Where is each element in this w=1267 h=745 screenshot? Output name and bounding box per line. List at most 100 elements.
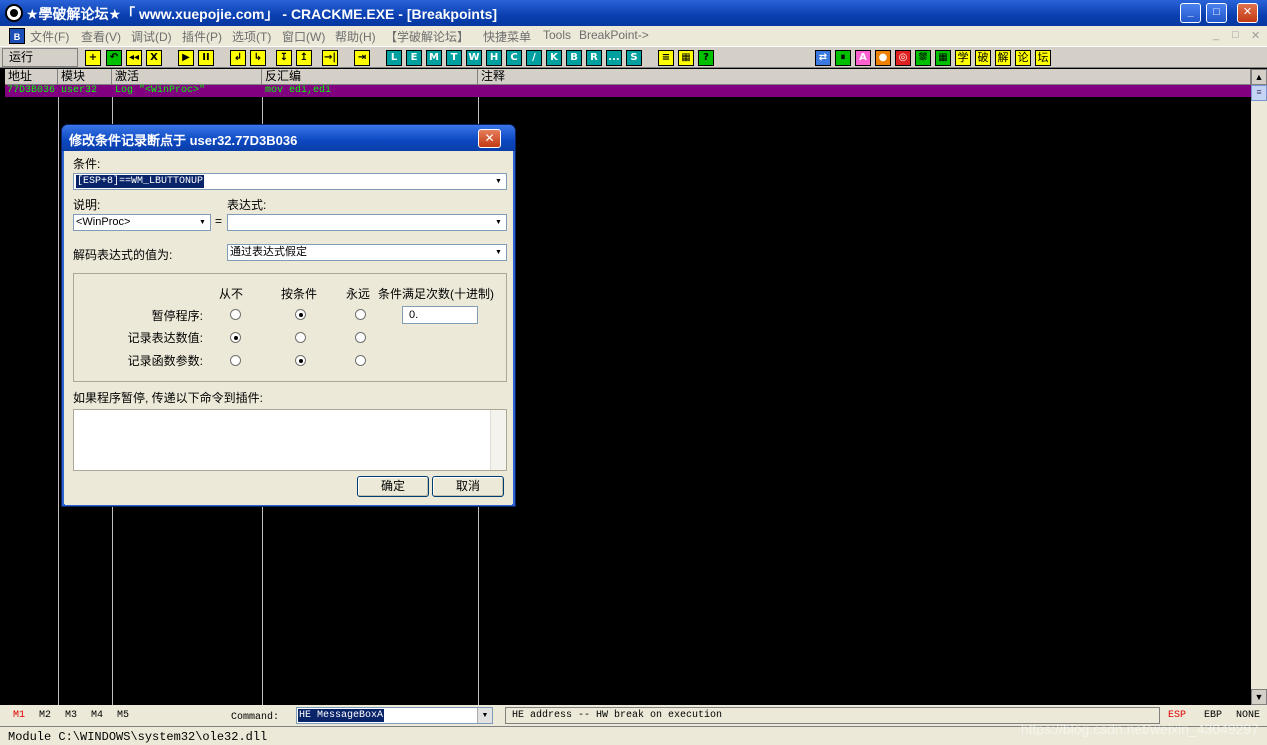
memory-tab-m3[interactable]: M3 (65, 710, 77, 721)
condition-combo[interactable]: [ESP+8]==WM_LBUTTONUP ▼ (73, 173, 507, 190)
restart-button[interactable]: ↶ (106, 50, 122, 66)
modules-button[interactable]: E (406, 50, 422, 66)
breakpoints-button[interactable]: B (566, 50, 582, 66)
menu-help[interactable]: 帮助(H) (335, 28, 376, 45)
app-icon[interactable] (5, 4, 23, 22)
tool-icon[interactable]: ⛆ (915, 50, 931, 66)
menu-xuepojie[interactable]: 【学破解论坛】 (385, 28, 469, 45)
textarea-scrollbar[interactable] (490, 410, 506, 470)
close-button[interactable]: ✕ (1237, 3, 1258, 23)
open-button[interactable]: + (85, 50, 101, 66)
log-expression-conditional-radio[interactable] (295, 332, 306, 343)
menu-view[interactable]: 查看(V) (81, 28, 121, 45)
cancel-button[interactable]: 取消 (432, 476, 504, 497)
trace-into-button[interactable]: ↧ (276, 50, 292, 66)
menu-file[interactable]: 文件(F) (30, 28, 69, 45)
column-header-comment[interactable]: 注释 (478, 69, 1251, 85)
child-minimize-button[interactable]: _ (1213, 29, 1219, 41)
po-button[interactable]: 破 (975, 50, 991, 66)
handles-button[interactable]: H (486, 50, 502, 66)
pause-button[interactable]: II (198, 50, 214, 66)
pause-never-radio[interactable] (230, 309, 241, 320)
step-into-button[interactable]: ↲ (230, 50, 246, 66)
ok-button[interactable]: 确定 (357, 476, 429, 497)
memory-tab-m4[interactable]: M4 (91, 710, 103, 721)
a-plugin-icon[interactable]: A (855, 50, 871, 66)
scroll-down-icon[interactable]: ▼ (1251, 689, 1267, 705)
chevron-down-icon[interactable]: ▼ (491, 245, 506, 260)
column-header-disasm[interactable]: 反汇编 (262, 69, 478, 85)
help-button[interactable]: ? (698, 50, 714, 66)
chevron-down-icon[interactable]: ▼ (491, 215, 506, 230)
jie-button[interactable]: 解 (995, 50, 1011, 66)
register-esp[interactable]: ESP (1168, 710, 1186, 721)
memory-tab-m2[interactable]: M2 (39, 710, 51, 721)
pass-count-field[interactable]: 0. (402, 306, 478, 324)
register-none[interactable]: NONE (1236, 710, 1260, 721)
swap-icon[interactable]: ⇄ (815, 50, 831, 66)
register-ebp[interactable]: EBP (1204, 710, 1222, 721)
decode-combo[interactable]: 通过表达式假定 ▼ (227, 244, 507, 261)
scroll-thumb[interactable]: ≡ (1251, 85, 1267, 101)
close-program-button[interactable]: X (146, 50, 162, 66)
list-button[interactable]: ≡ (658, 50, 674, 66)
menu-breakpoint[interactable]: BreakPoint-> (579, 28, 649, 42)
chevron-down-icon[interactable]: ▼ (491, 174, 506, 189)
menu-window[interactable]: 窗口(W) (282, 28, 325, 45)
run-button[interactable]: ▶ (178, 50, 194, 66)
log-expression-always-radio[interactable] (355, 332, 366, 343)
log-args-always-radio[interactable] (355, 355, 366, 366)
explain-combo[interactable]: <WinProc> ▼ (73, 214, 211, 231)
rewind-button[interactable]: ◂◂ (126, 50, 142, 66)
source-button[interactable]: S (626, 50, 642, 66)
lun-button[interactable]: 论 (1015, 50, 1031, 66)
windows-button[interactable]: W (466, 50, 482, 66)
menu-debug[interactable]: 调试(D) (131, 28, 172, 45)
command-input[interactable]: HE MessageBoxA ▼ (296, 707, 493, 724)
table-row[interactable]: 77D3B036 user32 Log "<WinProc>" mov edi,… (5, 85, 1251, 97)
child-close-button[interactable]: ✕ (1251, 29, 1260, 42)
cpu-button[interactable]: C (506, 50, 522, 66)
goto-button[interactable]: ⇥ (354, 50, 370, 66)
minimize-button[interactable]: _ (1180, 3, 1201, 23)
pause-always-radio[interactable] (355, 309, 366, 320)
child-restore-button[interactable]: □ (1232, 29, 1239, 41)
patches-button[interactable]: / (526, 50, 542, 66)
execute-till-return-button[interactable]: →| (322, 50, 338, 66)
log-args-never-radio[interactable] (230, 355, 241, 366)
maximize-button[interactable]: □ (1206, 3, 1227, 23)
log-args-conditional-radio[interactable] (295, 355, 306, 366)
references-button[interactable]: R (586, 50, 602, 66)
log-window-button[interactable]: L (386, 50, 402, 66)
column-header-address[interactable]: 地址 (5, 69, 58, 85)
menu-tools[interactable]: Tools (543, 28, 571, 42)
threads-button[interactable]: T (446, 50, 462, 66)
pause-plugin-icon[interactable]: ⏸ (835, 50, 851, 66)
chevron-down-icon[interactable]: ▼ (195, 215, 210, 230)
memory-tab-m5[interactable]: M5 (117, 710, 129, 721)
expression-combo[interactable]: ▼ (227, 214, 507, 231)
menu-quick[interactable]: 快捷菜单 (483, 28, 531, 45)
memory-tab-m1[interactable]: M1 (13, 710, 25, 721)
column-header-module[interactable]: 模块 (58, 69, 112, 85)
scroll-up-icon[interactable]: ▲ (1251, 69, 1267, 85)
step-over-button[interactable]: ↳ (250, 50, 266, 66)
run-trace-button[interactable]: ... (606, 50, 622, 66)
chevron-down-icon[interactable]: ▼ (477, 708, 492, 723)
plugin-commands-textarea[interactable] (73, 409, 507, 471)
system-menu-icon[interactable]: B (9, 28, 25, 44)
memory-button[interactable]: M (426, 50, 442, 66)
menu-plugins[interactable]: 插件(P) (182, 28, 222, 45)
grid-button[interactable]: ▦ (678, 50, 694, 66)
dialog-close-button[interactable]: ✕ (478, 129, 501, 148)
call-stack-button[interactable]: K (546, 50, 562, 66)
record-icon[interactable]: ● (875, 50, 891, 66)
target-icon[interactable]: ◎ (895, 50, 911, 66)
menu-options[interactable]: 选项(T) (232, 28, 271, 45)
column-header-active[interactable]: 激活 (112, 69, 262, 85)
calculator-icon[interactable]: ▦ (935, 50, 951, 66)
tan-button[interactable]: 坛 (1035, 50, 1051, 66)
pause-conditional-radio[interactable] (295, 309, 306, 320)
log-expression-never-radio[interactable] (230, 332, 241, 343)
trace-over-button[interactable]: ↥ (296, 50, 312, 66)
